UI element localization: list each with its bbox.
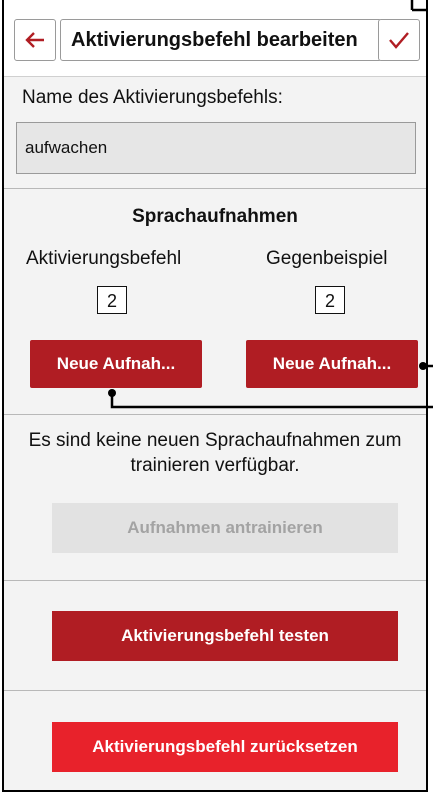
divider	[4, 690, 426, 691]
positive-recordings-title: Aktivierungsbefehl	[26, 248, 182, 269]
negative-recordings-title: Gegenbeispiel	[266, 248, 388, 269]
divider	[4, 414, 426, 415]
train-recordings-button: Aufnahmen antrainieren	[52, 503, 398, 553]
app-bar: Aktivierungsbefehl bearbeiten	[4, 0, 426, 77]
page-title: Aktivierungsbefehl bearbeiten	[60, 19, 382, 61]
name-input[interactable]: aufwachen	[16, 122, 416, 174]
recordings-section-title: Sprachaufnahmen	[132, 206, 298, 227]
negative-count-badge: 2	[315, 286, 345, 314]
new-positive-recording-button[interactable]: Neue Aufnah...	[30, 340, 202, 388]
new-negative-recording-button[interactable]: Neue Aufnah...	[246, 340, 418, 388]
divider	[4, 580, 426, 581]
back-arrow-icon	[25, 32, 44, 48]
reset-command-button[interactable]: Aktivierungsbefehl zurücksetzen	[52, 722, 398, 772]
test-command-button[interactable]: Aktivierungsbefehl testen	[52, 611, 398, 661]
divider	[4, 188, 426, 189]
positive-count-badge: 2	[97, 286, 127, 314]
checkmark-icon	[389, 32, 409, 49]
confirm-button[interactable]	[378, 19, 420, 61]
back-button[interactable]	[14, 19, 56, 61]
training-info-text: Es sind keine neuen Sprachaufnahmen zum …	[28, 430, 402, 476]
screen: Aktivierungsbefehl bearbeiten Name des A…	[2, 0, 428, 792]
name-label: Name des Aktivierungsbefehls:	[22, 87, 283, 108]
